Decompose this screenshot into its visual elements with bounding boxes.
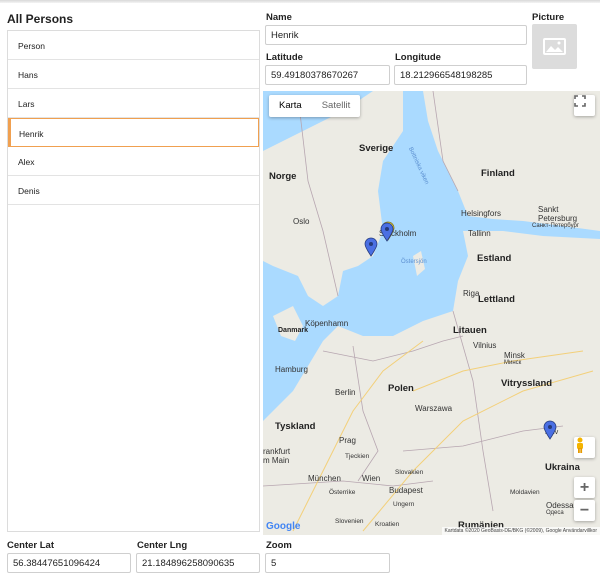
latitude-label: Latitude <box>266 52 303 63</box>
map-marker-blue-stockholm[interactable] <box>380 222 394 242</box>
map-label-tallinn: Tallinn <box>468 229 491 238</box>
map-label-budapest: Budapest <box>389 486 423 495</box>
zoom-field[interactable]: 5 <box>265 553 390 573</box>
map-attribution[interactable]: Kartdata ©2020 GeoBasis-DE/BKG (©2009), … <box>441 527 600 535</box>
zoom-in-button[interactable]: + <box>574 477 595 498</box>
map-label-sverige: Sverige <box>359 143 394 154</box>
persons-heading: All Persons <box>7 12 74 26</box>
fullscreen-icon <box>574 95 586 107</box>
map-label-odessa-ru: Одеса <box>546 510 564 516</box>
image-placeholder-icon <box>543 38 566 55</box>
plus-icon: + <box>579 478 590 496</box>
name-label: Name <box>266 12 292 23</box>
map-marker-blue-west[interactable] <box>364 237 378 257</box>
map-label-slovakien: Slovakien <box>395 469 424 476</box>
map-label-berlin: Berlin <box>335 388 356 397</box>
center-lng-field[interactable]: 21.184896258090635 <box>136 553 260 573</box>
longitude-field[interactable]: 18.212966548198285 <box>394 65 527 85</box>
map-label-moldavien: Moldavien <box>510 489 540 496</box>
map-label-finland: Finland <box>481 168 515 179</box>
map-label-wien: Wien <box>362 474 381 483</box>
map-label-tjeckien: Tjeckien <box>345 453 370 460</box>
map-label-danmark: Danmark <box>278 327 308 334</box>
map-label-prag: Prag <box>339 436 356 445</box>
list-item-hans[interactable]: Hans <box>8 60 259 89</box>
map-label-ukraina: Ukraina <box>545 462 580 473</box>
map-label-sankt: Sankt <box>538 205 559 214</box>
picture-box[interactable] <box>532 24 577 69</box>
map-label-munchen: München <box>308 474 341 483</box>
top-edge <box>0 0 600 3</box>
street-view-pegman-icon <box>577 437 583 453</box>
map-label-kopenhamn: Köpenhamn <box>305 319 349 328</box>
list-item-denis[interactable]: Denis <box>8 176 259 205</box>
list-item-alex[interactable]: Alex <box>8 147 259 176</box>
map-label-kroatien: Kroatien <box>375 521 400 528</box>
map-label-riga: Riga <box>463 289 480 298</box>
street-view-button[interactable] <box>574 437 595 458</box>
map-type-karta-button[interactable]: Karta <box>269 95 312 117</box>
map-marker-blue-kyiv[interactable] <box>543 420 557 440</box>
list-item-person[interactable]: Person <box>8 31 259 60</box>
map-label-minsk-ru: Минск <box>504 360 522 366</box>
zoom-out-button[interactable]: − <box>574 500 595 521</box>
map-label-hamburg: Hamburg <box>275 365 308 374</box>
map-label-helsingfors: Helsingfors <box>461 209 502 218</box>
google-logo: Google <box>266 521 301 532</box>
map-label-warszawa: Warszawa <box>415 404 453 413</box>
longitude-label: Longitude <box>395 52 441 63</box>
latitude-field[interactable]: 59.49180378670267 <box>265 65 390 85</box>
map-label-sankt-ru: Санкт-Петербург <box>532 223 580 229</box>
map-label-vitryssland: Vitryssland <box>501 378 553 389</box>
center-lng-label: Center Lng <box>137 540 188 551</box>
persons-list: Person Hans Lars Henrik Alex Denis <box>7 30 260 532</box>
map-label-osterrike: Österrike <box>329 489 356 496</box>
map-label-estland: Estland <box>477 253 512 264</box>
list-item-lars[interactable]: Lars <box>8 89 259 118</box>
zoom-label: Zoom <box>266 540 292 551</box>
map-label-slovenien: Slovenien <box>335 518 364 525</box>
map-label-odessa: Odessa <box>546 501 574 510</box>
map-label-lettland: Lettland <box>478 294 515 305</box>
map-label-vilnius: Vilnius <box>473 341 497 350</box>
map-label-litauen: Litauen <box>453 325 487 336</box>
map-label-minsk: Minsk <box>504 351 525 360</box>
center-lat-label: Center Lat <box>7 540 54 551</box>
map-type-control: Karta Satellit <box>269 95 361 117</box>
map-label-norge: Norge <box>269 171 297 182</box>
map-label-petersburg: Petersburg <box>538 214 578 223</box>
map-label-oslo: Oslo <box>293 217 310 226</box>
map-label-tyskland: Tyskland <box>275 421 316 432</box>
map-type-satellite-button[interactable]: Satellit <box>312 95 361 117</box>
map-label-ostersjon: Östersjön <box>401 259 427 265</box>
map-label-frankfurt: rankfurt <box>263 447 291 456</box>
map-label-ungern: Ungern <box>393 501 415 508</box>
picture-label: Picture <box>532 12 565 23</box>
map-view[interactable]: Karta Satellit Sverige Norge Finland Osl… <box>263 91 600 535</box>
list-item-henrik[interactable]: Henrik <box>8 118 259 147</box>
map-label-polen: Polen <box>388 383 414 394</box>
map-label-main: m Main <box>263 456 290 465</box>
minus-icon: − <box>579 501 590 519</box>
name-field[interactable]: Henrik <box>265 25 527 45</box>
fullscreen-button[interactable] <box>574 95 595 116</box>
center-lat-field[interactable]: 56.38447651096424 <box>7 553 131 573</box>
